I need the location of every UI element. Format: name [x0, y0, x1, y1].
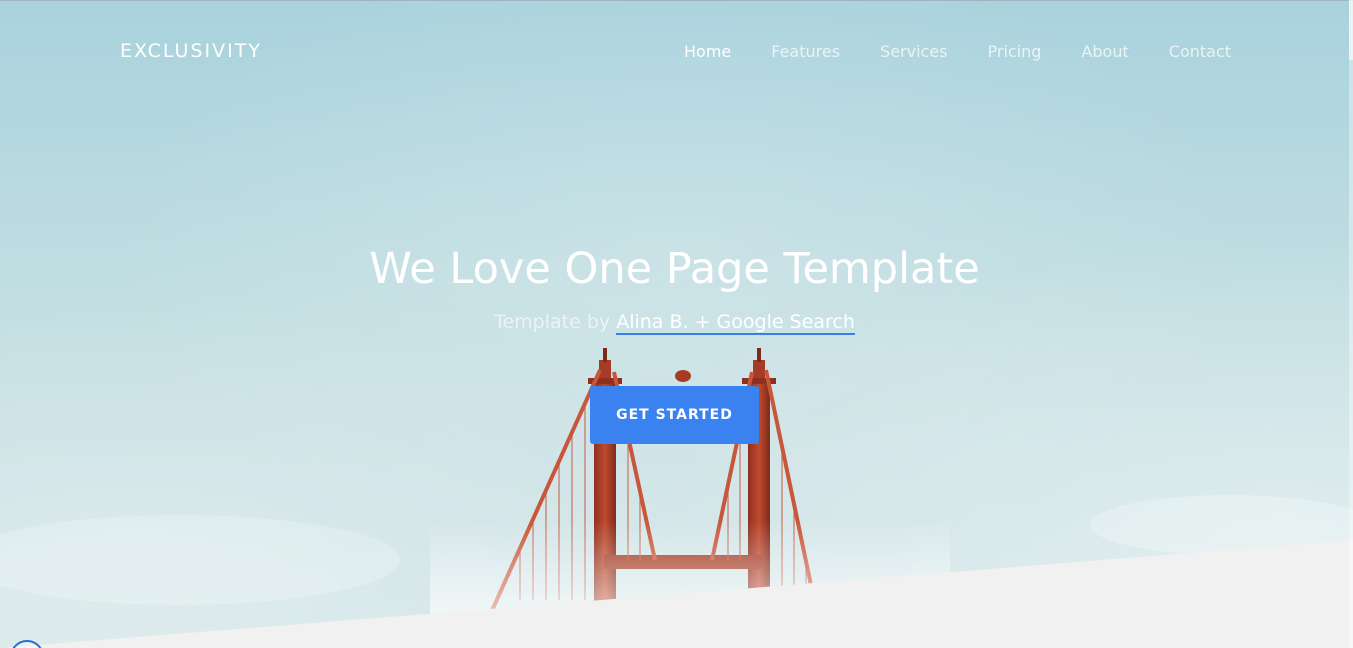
subline-prefix: Template by	[494, 311, 611, 333]
scrollbar[interactable]	[1349, 0, 1353, 648]
nav-item-home[interactable]: Home	[684, 42, 731, 61]
site-logo[interactable]: EXCLUSIVITY	[120, 40, 262, 62]
get-started-button[interactable]: GET STARTED	[590, 386, 759, 444]
credit-link[interactable]: Alina B. + Google Search	[616, 311, 855, 335]
nav-item-about[interactable]: About	[1081, 42, 1128, 61]
hero-headline: We Love One Page Template	[369, 244, 980, 294]
hero-section: EXCLUSIVITY Home Features Services Prici…	[0, 0, 1353, 648]
nav-item-pricing[interactable]: Pricing	[988, 42, 1042, 61]
nav-item-services[interactable]: Services	[880, 42, 947, 61]
nav-item-features[interactable]: Features	[771, 42, 840, 61]
hero-subline: Template by Alina B. + Google Search	[0, 311, 1349, 335]
main-nav: Home Features Services Pricing About Con…	[684, 42, 1231, 61]
nav-item-contact[interactable]: Contact	[1169, 42, 1231, 61]
top-border	[0, 0, 1353, 1]
scrollbar-thumb[interactable]	[1349, 0, 1353, 60]
